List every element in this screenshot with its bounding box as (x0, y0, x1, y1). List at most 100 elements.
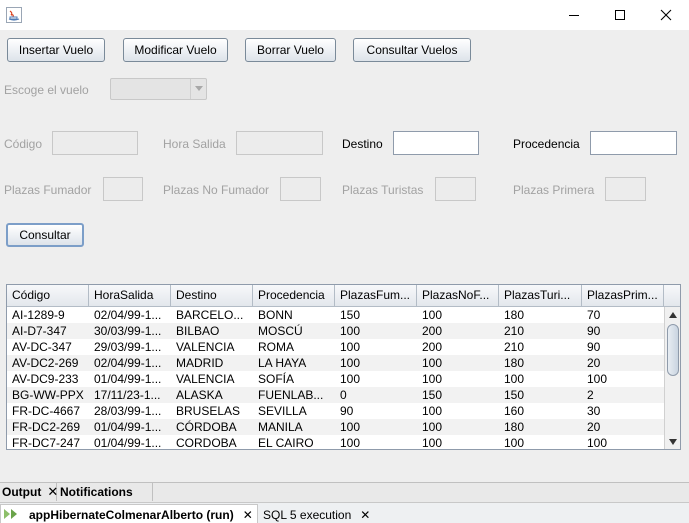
column-header[interactable]: PlazasNoF... (417, 285, 499, 307)
table-cell: 100 (340, 372, 361, 386)
plazas-fumador-field[interactable] (103, 177, 143, 201)
maximize-button[interactable] (597, 0, 643, 30)
close-window-button[interactable] (643, 0, 689, 30)
modify-flight-button[interactable]: Modificar Vuelo (123, 38, 228, 62)
table-cell: 100 (340, 324, 361, 338)
table-cell: AI-D7-347 (12, 324, 67, 338)
table-row[interactable]: AV-DC-347 29/03/99-1... VALENCIA ROMA 100 200… (7, 339, 664, 355)
table-cell: 70 (587, 308, 601, 322)
plazas-turistas-field[interactable] (435, 177, 476, 201)
minimize-icon (569, 15, 579, 16)
table-cell: 02/04/99-1... (94, 356, 162, 370)
table-row[interactable]: AI-1289-9 02/04/99-1... BARCELO... BONN 150 1… (7, 307, 664, 323)
run-arrows-icon (3, 507, 21, 523)
tab-sql-label: SQL 5 execution (263, 507, 352, 522)
table-cell: 180 (504, 356, 525, 370)
table-row[interactable]: AV-DC2-269 02/04/99-1... MADRID LA HAYA 100 1… (7, 355, 664, 371)
column-header[interactable]: PlazasPrim... (582, 285, 664, 307)
plazas-no-fumador-field[interactable] (280, 177, 321, 201)
scroll-up-icon[interactable] (665, 307, 680, 323)
table-cell: 28/03/99-1... (94, 404, 162, 418)
table-row[interactable]: FR-DC7-247 01/04/99-1... CORDOBA EL CAIRO 10… (7, 435, 664, 450)
table-cell: 01/04/99-1... (94, 372, 162, 386)
table-cell: 01/04/99-1... (94, 436, 162, 450)
table-row[interactable]: FR-DC-4667 28/03/99-1... BRUSELAS SEVILLA 90… (7, 403, 664, 419)
insert-flight-button[interactable]: Insertar Vuelo (7, 38, 105, 62)
table-cell: MOSCÚ (258, 324, 303, 338)
minimize-button[interactable] (551, 0, 597, 30)
table-cell: BG-WW-PPX (12, 388, 84, 402)
table-cell: 100 (422, 372, 443, 386)
tab-sql-execution[interactable]: SQL 5 execution ✕ (263, 504, 370, 523)
table-cell: 100 (340, 356, 361, 370)
codigo-field[interactable] (52, 131, 138, 155)
table-cell: 17/11/23-1... (94, 388, 161, 402)
table-cell: 100 (340, 340, 361, 354)
table-cell: 30/03/99-1... (94, 324, 162, 338)
tab-run[interactable]: appHibernateColmenarAlberto (run) ✕ (0, 504, 258, 523)
procedencia-field[interactable] (590, 131, 677, 155)
table-cell: 160 (504, 404, 525, 418)
ide-bottom-bar: Output ✕ Notifications appHibernateColme… (0, 482, 689, 523)
close-icon[interactable]: ✕ (47, 484, 58, 500)
table-cell: 100 (422, 420, 443, 434)
table-cell: MADRID (176, 356, 224, 370)
table-cell: FR-DC2-269 (12, 420, 81, 434)
table-cell: BARCELO... (176, 308, 244, 322)
plazas-fumador-label: Plazas Fumador (4, 183, 92, 197)
flight-select[interactable] (110, 78, 207, 100)
destino-label: Destino (342, 137, 383, 151)
table-body[interactable]: AI-1289-9 02/04/99-1... BARCELO... BONN 150 1… (7, 307, 664, 450)
table-cell: AV-DC2-269 (12, 356, 79, 370)
table-cell: 02/04/99-1... (94, 308, 162, 322)
vertical-scrollbar[interactable] (664, 307, 680, 449)
table-row[interactable]: BG-WW-PPX 17/11/23-1... ALASKA FUENLAB... 0 1… (7, 387, 664, 403)
column-header[interactable]: PlazasFum... (335, 285, 417, 307)
table-cell: 100 (422, 436, 443, 450)
flight-select-label: Escoge el vuelo (4, 83, 89, 97)
tab-output[interactable]: Output ✕ (0, 483, 58, 501)
column-header[interactable]: Código (7, 285, 89, 307)
table-cell: SOFÍA (258, 372, 295, 386)
table-cell: 90 (587, 324, 601, 338)
table-row[interactable]: AI-D7-347 30/03/99-1... BILBAO MOSCÚ 100 200 2… (7, 323, 664, 339)
table-row[interactable]: FR-DC2-269 01/04/99-1... CÓRDOBA MANILA 100 1… (7, 419, 664, 435)
column-header[interactable]: Destino (171, 285, 253, 307)
table-cell: 200 (422, 324, 443, 338)
table-cell: 90 (587, 340, 601, 354)
table-cell: FR-DC7-247 (12, 436, 81, 450)
table-cell: BONN (258, 308, 293, 322)
tab-notifications[interactable]: Notifications (58, 483, 153, 501)
table-header-corner (664, 285, 680, 307)
plazas-primera-field[interactable] (605, 177, 646, 201)
table-cell: AI-1289-9 (12, 308, 65, 322)
column-header[interactable]: HoraSalida (89, 285, 171, 307)
table-cell: 200 (422, 340, 443, 354)
consultar-button[interactable]: Consultar (6, 223, 84, 247)
scroll-down-icon[interactable] (665, 434, 680, 449)
table-cell: 100 (587, 436, 608, 450)
table-cell: VALENCIA (176, 372, 235, 386)
query-flights-button[interactable]: Consultar Vuelos (353, 38, 471, 62)
table-cell: CORDOBA (176, 436, 237, 450)
delete-flight-button[interactable]: Borrar Vuelo (245, 38, 336, 62)
table-cell: 210 (504, 324, 525, 338)
close-icon[interactable]: ✕ (243, 508, 253, 522)
table-cell: 100 (422, 356, 443, 370)
table-cell: 100 (504, 436, 525, 450)
column-header[interactable]: Procedencia (253, 285, 335, 307)
chevron-down-icon (190, 79, 206, 99)
table-row[interactable]: AV-DC9-233 01/04/99-1... VALENCIA SOFÍA 100 1… (7, 371, 664, 387)
destino-field[interactable] (393, 131, 479, 155)
table-cell: EL CAIRO (258, 436, 314, 450)
hora-salida-field[interactable] (236, 131, 323, 155)
table-cell: 29/03/99-1... (94, 340, 162, 354)
scrollbar-thumb[interactable] (667, 324, 679, 376)
table-cell: 100 (340, 420, 361, 434)
flights-table[interactable]: Código HoraSalida Destino Procedencia Plazas… (6, 284, 681, 450)
table-header: Código HoraSalida Destino Procedencia Plazas… (7, 285, 664, 307)
table-cell: 100 (422, 404, 443, 418)
column-header[interactable]: PlazasTuri... (499, 285, 582, 307)
tab-run-label: appHibernateColmenarAlberto (run) (29, 508, 234, 522)
close-icon[interactable]: ✕ (360, 508, 370, 522)
